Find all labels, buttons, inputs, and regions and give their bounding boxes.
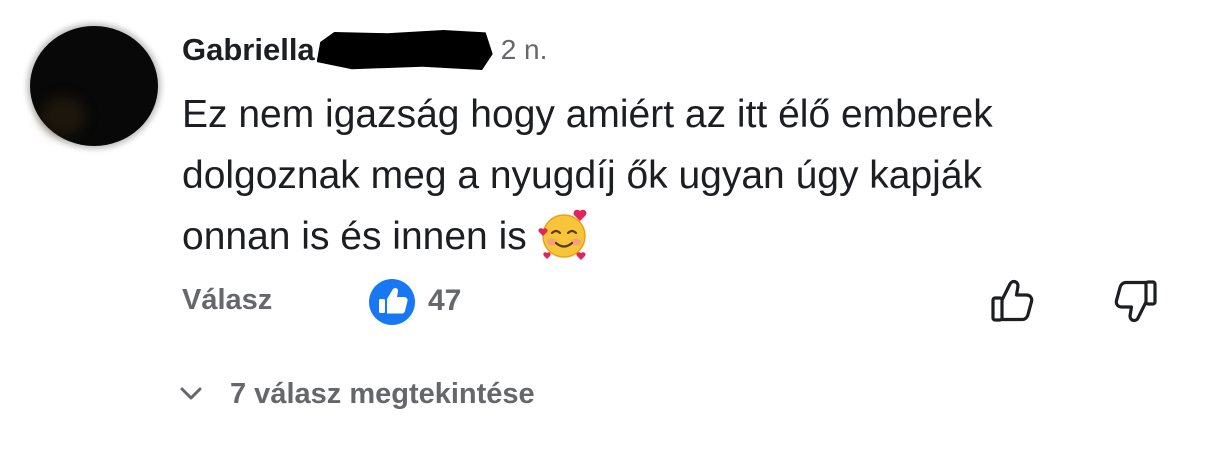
smiling-face-with-hearts-icon [538, 209, 587, 260]
comment-timestamp[interactable]: 2 n. [501, 34, 548, 66]
reply-button[interactable]: Válasz [182, 284, 272, 317]
thumbs-up-icon[interactable] [368, 278, 416, 326]
author-name[interactable]: Gabriella [182, 32, 315, 68]
avatar-shading [40, 96, 86, 136]
comment-actions: Válasz 47 [182, 276, 1162, 326]
like-count: 47 [428, 284, 462, 317]
thumb-up-outline-icon[interactable] [990, 276, 1036, 324]
view-replies-button[interactable]: 7 válasz megtekintése [180, 374, 535, 414]
view-replies-label: 7 válasz megtekintése [230, 377, 535, 410]
comment-header: Gabriella 2 n. [182, 28, 547, 72]
comment-body: Ez nem igazság hogy amiért az itt élő em… [182, 84, 1172, 267]
thumb-down-outline-icon[interactable] [1112, 278, 1158, 326]
redacted-surname [316, 30, 493, 70]
chevron-down-icon [180, 387, 202, 400]
